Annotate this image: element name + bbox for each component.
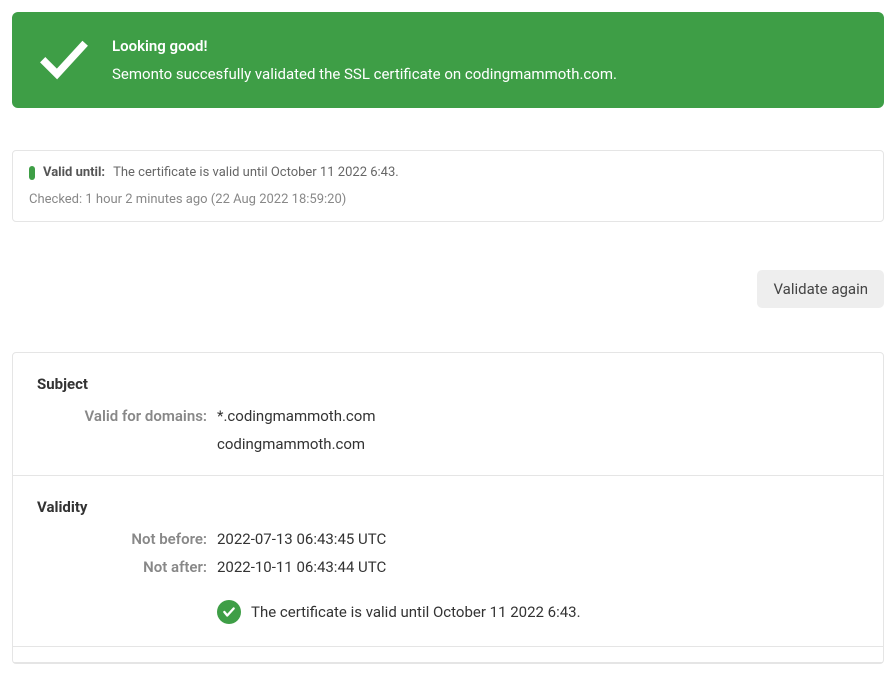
validate-again-button[interactable]: Validate again bbox=[757, 270, 884, 308]
domain-entry: codingmammoth.com bbox=[217, 435, 376, 453]
valid-for-domains-label: Valid for domains: bbox=[37, 407, 217, 425]
not-after-label: Not after: bbox=[37, 558, 217, 576]
validity-message: The certificate is valid until October 1… bbox=[251, 603, 581, 621]
not-before-label: Not before: bbox=[37, 530, 217, 548]
banner-title: Looking good! bbox=[112, 37, 617, 55]
subject-heading: Subject bbox=[37, 375, 859, 393]
section-divider bbox=[13, 647, 883, 663]
checked-timestamp: Checked: 1 hour 2 minutes ago (22 Aug 20… bbox=[29, 192, 867, 207]
domain-entry: *.codingmammoth.com bbox=[217, 407, 376, 425]
validity-heading: Validity bbox=[37, 498, 859, 516]
checkmark-icon bbox=[36, 32, 92, 88]
certificate-details: Subject Valid for domains: *.codingmammo… bbox=[12, 352, 884, 664]
success-banner: Looking good! Semonto succesfully valida… bbox=[12, 12, 884, 108]
not-before-value: 2022-07-13 06:43:45 UTC bbox=[217, 530, 386, 548]
subject-section: Subject Valid for domains: *.codingmammo… bbox=[13, 353, 883, 476]
check-circle-icon bbox=[217, 600, 241, 624]
info-card: Valid until: The certificate is valid un… bbox=[12, 150, 884, 222]
validity-section: Validity Not before: 2022-07-13 06:43:45… bbox=[13, 476, 883, 647]
not-after-value: 2022-10-11 06:43:44 UTC bbox=[217, 558, 386, 576]
valid-for-domains-value: *.codingmammoth.com codingmammoth.com bbox=[217, 407, 376, 453]
status-indicator-icon bbox=[29, 166, 35, 180]
valid-until-label: Valid until: bbox=[43, 165, 105, 180]
valid-until-value: The certificate is valid until October 1… bbox=[113, 165, 399, 180]
banner-body: Semonto succesfully validated the SSL ce… bbox=[112, 65, 617, 83]
